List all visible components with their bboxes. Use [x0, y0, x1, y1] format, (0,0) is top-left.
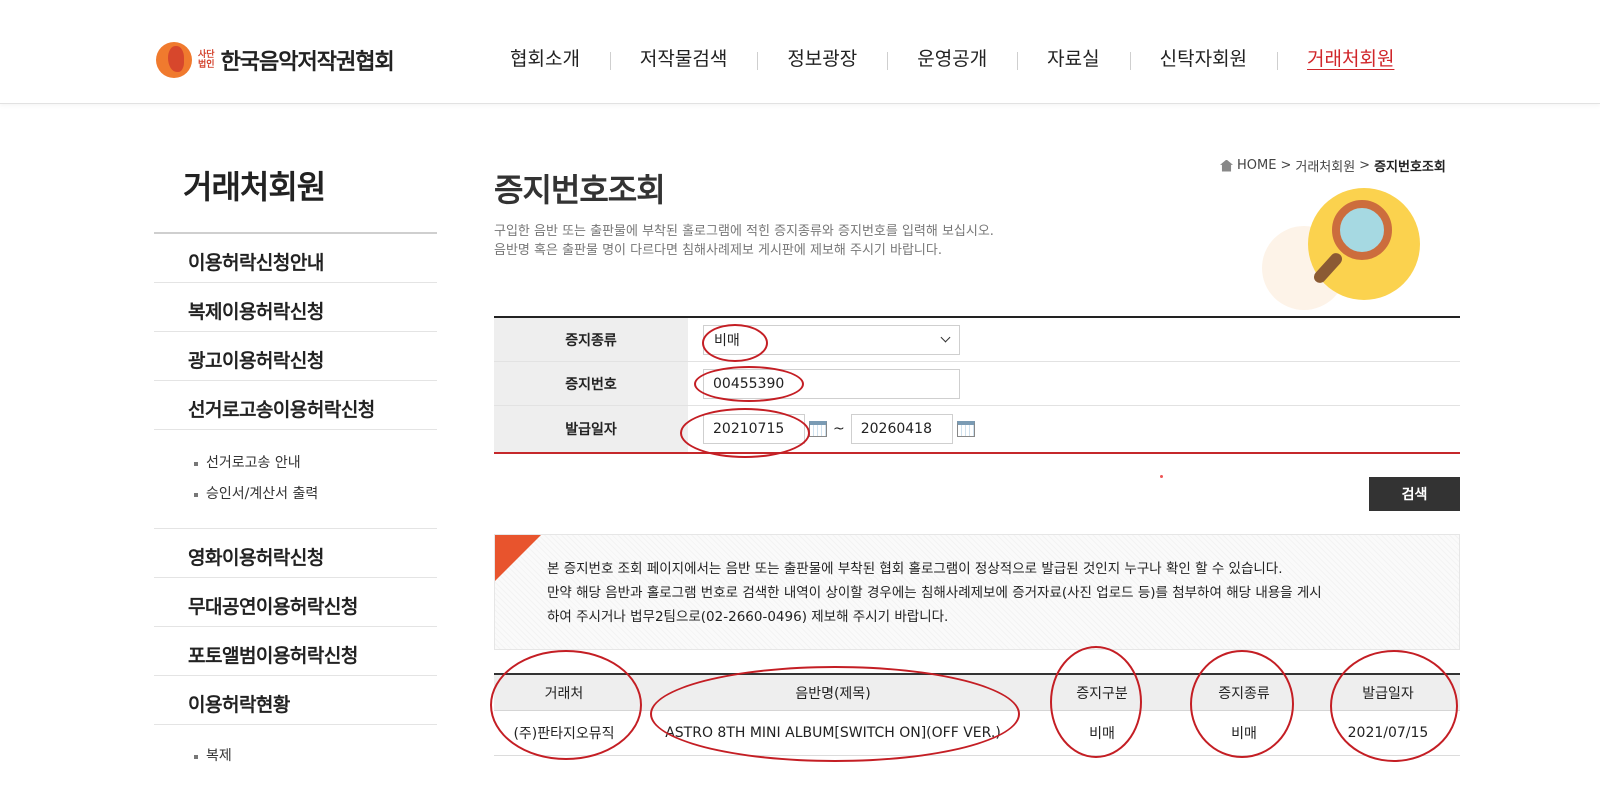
sidebar-item-stage[interactable]: 무대공연이용허락신청 [154, 578, 437, 627]
main-nav: 협회소개 저작물검색 정보광장 운영공개 자료실 신탁자회원 거래처회원 [480, 44, 1424, 74]
site-logo[interactable]: 사단 법인 한국음악저작권협회 [156, 42, 395, 78]
cell-label-class: 비매 [1089, 726, 1115, 742]
number-input[interactable]: 00455390 [703, 368, 960, 399]
sidebar-item-license-status[interactable]: 이용허락현황 [154, 676, 437, 725]
sidebar-subitem-reproduction[interactable]: 복제 [194, 741, 437, 772]
breadcrumb: HOME > 거래처회원 > 증지번호조회 [1220, 156, 1446, 175]
nav-trust-member[interactable]: 신탁자회원 [1129, 44, 1277, 74]
sidebar-item-advertising[interactable]: 광고이용허락신청 [154, 332, 437, 381]
nav-info[interactable]: 정보광장 [757, 44, 887, 74]
logo-text: 한국음악저작권협회 [220, 50, 395, 75]
breadcrumb-parent[interactable]: 거래처회원 [1295, 156, 1355, 175]
sidebar-item-reproduction[interactable]: 복제이용허락신청 [154, 283, 437, 332]
sidebar-submenu-status: 복제 [154, 725, 437, 790]
type-label: 증지종류 [494, 318, 688, 361]
calendar-icon[interactable] [809, 421, 827, 437]
cell-label-type: 비매 [1231, 726, 1257, 742]
search-form: 증지종류 비매 증지번호 00455390 발급일자 20210715 ~ 20… [494, 316, 1460, 454]
col-label-type: 증지종류 [1218, 685, 1270, 702]
nav-work-search[interactable]: 저작물검색 [609, 44, 757, 74]
page-description: 구입한 음반 또는 출판물에 부착된 홀로그램에 적힌 증지종류와 증지번호를 … [494, 224, 994, 258]
logo-mark-icon [156, 42, 192, 78]
sidebar-title: 거래처회원 [183, 168, 326, 206]
chevron-down-icon [940, 332, 951, 343]
date-to-input[interactable]: 20260418 [850, 414, 953, 444]
nav-disclosure[interactable]: 운영공개 [887, 44, 1017, 74]
sidebar-subitem-election-guide[interactable]: 선거로고송 안내 [194, 448, 437, 479]
result-table: 거래처 음반명(제목) 증지구분 증지종류 발급일자 (주)판타지오뮤직 AST… [494, 673, 1460, 756]
date-label: 발급일자 [494, 406, 688, 452]
sidebar-item-election-song[interactable]: 선거로고송이용허락신청 [154, 381, 437, 430]
home-icon [1220, 159, 1233, 172]
col-issue-date: 발급일자 [1362, 685, 1414, 702]
site-header: 사단 법인 한국음악저작권협회 협회소개 저작물검색 정보광장 운영공개 자료실… [0, 0, 1600, 104]
notice-box: 본 증지번호 조회 페이지에서는 음반 또는 출판물에 부착된 협회 홀로그램이… [494, 534, 1460, 650]
col-client: 거래처 [544, 685, 584, 702]
type-select[interactable]: 비매 [703, 324, 960, 355]
sidebar-subitem-print-approval[interactable]: 승인서/계산서 출력 [194, 479, 437, 510]
nav-client-member[interactable]: 거래처회원 [1277, 44, 1424, 74]
breadcrumb-current: 증지번호조회 [1374, 160, 1446, 175]
nav-archive[interactable]: 자료실 [1017, 44, 1129, 74]
col-label-class: 증지구분 [1076, 685, 1128, 702]
page-title: 증지번호조회 [494, 171, 666, 209]
nav-about[interactable]: 협회소개 [480, 44, 610, 74]
cell-client: (주)판타지오뮤직 [513, 726, 615, 742]
corner-decoration [495, 535, 541, 581]
number-label: 증지번호 [494, 362, 688, 405]
magnifier-lens [1332, 200, 1392, 260]
date-from-input[interactable]: 20210715 [703, 414, 805, 444]
col-album: 음반명(제목) [795, 685, 871, 702]
sidebar-menu: 이용허락신청안내 복제이용허락신청 광고이용허락신청 선거로고송이용허락신청 선… [154, 232, 437, 790]
sidebar-submenu: 선거로고송 안내 승인서/계산서 출력 [154, 430, 437, 529]
sidebar-item-license-guide[interactable]: 이용허락신청안내 [154, 234, 437, 283]
search-button[interactable]: 검색 [1369, 477, 1460, 511]
table-header: 거래처 음반명(제목) 증지구분 증지종류 발급일자 [494, 675, 1460, 711]
cell-album: ASTRO 8TH MINI ALBUM[SWITCH ON](OFF VER.… [665, 725, 1001, 741]
calendar-icon[interactable] [956, 421, 975, 437]
sidebar-item-photo-album[interactable]: 포토앨범이용허락신청 [154, 627, 437, 676]
sidebar-item-movie[interactable]: 영화이용허락신청 [154, 529, 437, 578]
cell-issue-date: 2021/07/15 [1347, 725, 1429, 741]
table-row: (주)판타지오뮤직 ASTRO 8TH MINI ALBUM[SWITCH ON… [494, 711, 1460, 755]
breadcrumb-home[interactable]: HOME [1237, 158, 1276, 173]
